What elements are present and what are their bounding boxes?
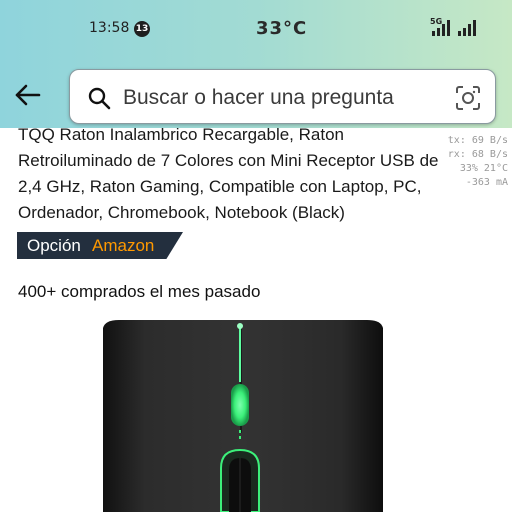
notification-badge: 13 <box>134 21 150 37</box>
back-button[interactable] <box>13 80 43 110</box>
choice-badge-brand: Amazon <box>92 236 155 255</box>
overlay-rx: rx: 68 B/s <box>447 149 508 160</box>
signal-icon: 5G <box>428 17 482 38</box>
camera-lens-icon[interactable] <box>455 85 481 111</box>
choice-badge-prefix: Opción <box>27 236 81 255</box>
overlay-current: -363 mA <box>465 177 508 188</box>
status-bar: 13:58 13 33°C 5G <box>0 0 512 58</box>
status-temperature: 33°C <box>256 18 308 39</box>
search-input[interactable]: Buscar o hacer una pregunta <box>69 69 496 124</box>
choice-badge: Opción Amazon <box>17 232 183 259</box>
overlay-battery: 33% 21°C <box>459 163 508 174</box>
search-icon <box>88 87 111 110</box>
search-placeholder: Buscar o hacer una pregunta <box>123 86 394 109</box>
overlay-tx: tx: 69 B/s <box>447 135 508 146</box>
status-time: 13:58 <box>89 20 130 36</box>
product-image[interactable] <box>99 318 385 513</box>
product-title[interactable]: TQQ Raton Inalambrico Recargable, Raton … <box>18 122 458 226</box>
network-type-label: 5G <box>430 17 443 26</box>
purchase-count: 400+ comprados el mes pasado <box>18 282 261 301</box>
debug-overlay: tx: 69 B/s rx: 68 B/s 33% 21°C -363 mA <box>430 134 508 190</box>
arrow-left-icon <box>15 84 41 106</box>
